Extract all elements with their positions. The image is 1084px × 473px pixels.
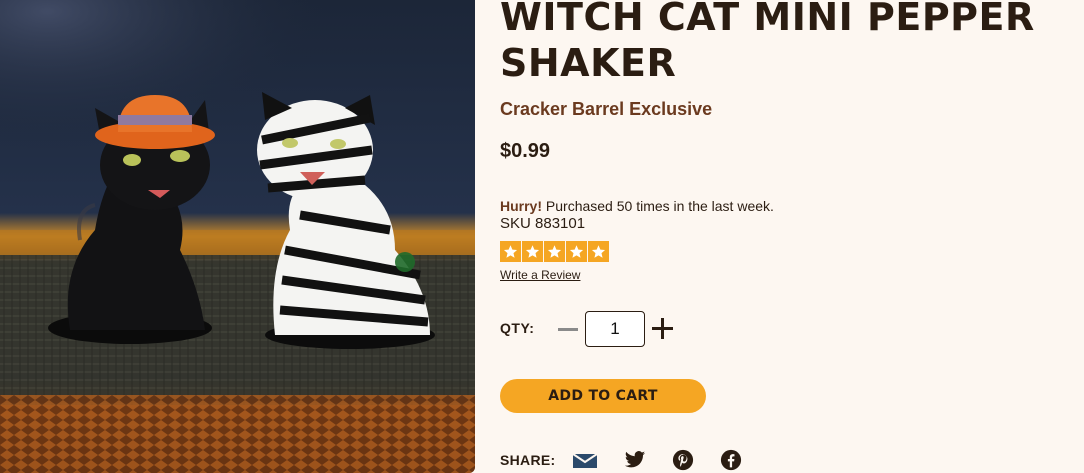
quantity-label: QTY: <box>500 320 535 336</box>
hurry-label: Hurry! <box>500 198 543 214</box>
quantity-input[interactable] <box>585 311 645 347</box>
quantity-increase-button[interactable] <box>652 318 674 340</box>
star-icon <box>522 241 543 262</box>
star-icon <box>544 241 565 262</box>
product-price: $0.99 <box>500 140 551 162</box>
product-sku: SKU 883101 <box>500 215 586 232</box>
share-label: SHARE: <box>500 452 556 468</box>
facebook-icon[interactable] <box>718 449 744 471</box>
twitter-icon[interactable] <box>622 449 648 471</box>
star-icon <box>588 241 609 262</box>
product-title: WITCH CAT MINI PEPPER SHAKER <box>500 0 1035 85</box>
add-to-cart-button[interactable]: ADD TO CART <box>500 379 706 413</box>
star-icon <box>500 241 521 262</box>
product-image[interactable] <box>0 0 475 473</box>
email-icon[interactable] <box>572 449 598 471</box>
purchase-notice: Hurry! Purchased 50 times in the last we… <box>500 198 774 214</box>
product-subtitle: Cracker Barrel Exclusive <box>500 99 713 119</box>
write-review-link[interactable]: Write a Review <box>500 268 580 282</box>
pinterest-icon[interactable] <box>670 449 696 471</box>
hurry-text: Purchased 50 times in the last week. <box>542 198 774 214</box>
rating-stars <box>500 241 609 262</box>
star-icon <box>566 241 587 262</box>
quantity-decrease-button[interactable] <box>558 328 578 331</box>
